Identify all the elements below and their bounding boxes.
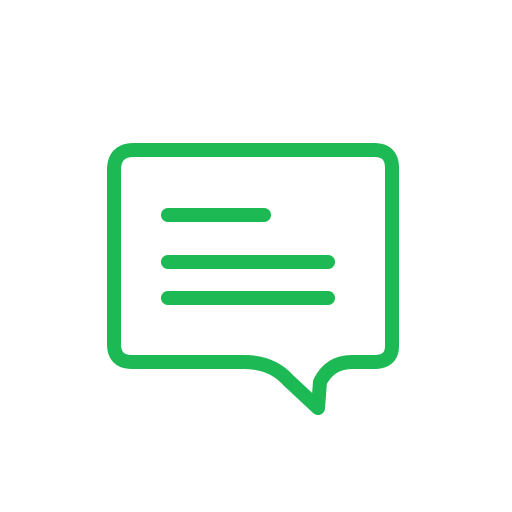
bubble-outline <box>107 143 399 415</box>
comment-icon-container <box>0 0 512 512</box>
comment-icon <box>107 143 399 415</box>
icon-canvas <box>0 0 512 512</box>
